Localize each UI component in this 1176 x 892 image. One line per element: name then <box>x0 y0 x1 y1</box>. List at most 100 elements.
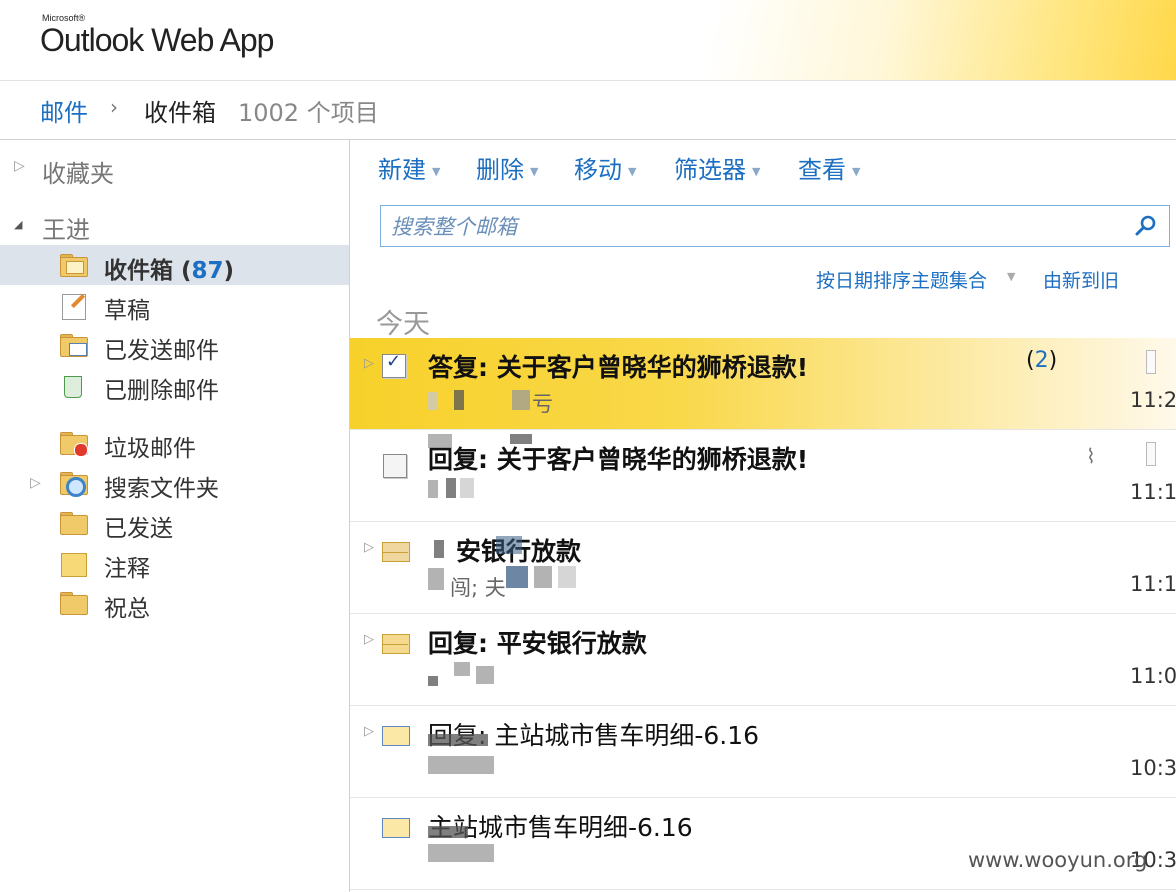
search-box <box>380 205 1170 247</box>
delete-button[interactable]: 删除 ▼ <box>476 150 538 185</box>
search-folder-icon <box>58 471 88 497</box>
sidebar-item-sent[interactable]: 已发送 <box>0 503 349 543</box>
new-label: 新建 <box>378 156 426 184</box>
envelope-stack-icon <box>380 536 414 566</box>
folder-icon <box>58 511 88 535</box>
view-label: 查看 <box>798 156 846 184</box>
move-button[interactable]: 移动 ▼ <box>574 150 636 185</box>
unread-count: 87 <box>191 258 224 284</box>
app-header: Microsoft® Outlook Web App <box>0 0 1176 81</box>
expand-right-icon[interactable]: ▷ <box>364 724 374 739</box>
envelope-stack-icon <box>380 628 414 658</box>
sidebar-item-label: 已发送 <box>104 516 173 542</box>
redacted-pixels <box>428 844 494 862</box>
message-time: 11:2 <box>1130 388 1176 412</box>
redacted-pixels <box>558 566 576 588</box>
message-subject: 回复: 平安银行放款 <box>428 629 647 658</box>
message-row[interactable]: ▷ 安银行放款 闯; 夫 11:1 <box>350 522 1176 614</box>
sidebar-item-search-folders[interactable]: ▷ 搜索文件夹 <box>0 463 349 503</box>
sidebar-item-notes[interactable]: 注释 <box>0 543 349 583</box>
message-sender: 闯; 夫 <box>450 576 506 600</box>
redacted-pixels <box>534 566 552 588</box>
redacted-pixels <box>428 756 494 774</box>
recycle-bin-icon <box>58 373 88 398</box>
search-input[interactable] <box>389 212 1123 242</box>
sidebar-item-label: 注释 <box>104 556 150 582</box>
sidebar-item-label: 已发送邮件 <box>104 338 219 364</box>
dropdown-caret-icon: ▼ <box>852 164 861 178</box>
sidebar-item-drafts[interactable]: 草稿 <box>0 285 349 325</box>
redacted-pixels <box>428 568 444 590</box>
inbox-folder-icon <box>58 253 88 277</box>
account-name: 王进 <box>42 216 90 244</box>
watermark-text: www.wooyun.org <box>968 848 1148 872</box>
dropdown-caret-icon[interactable]: ▼ <box>1007 270 1015 283</box>
move-label: 移动 <box>574 156 622 184</box>
account-header[interactable]: ◢ 王进 <box>0 202 349 244</box>
sidebar-item-label: 祝总 <box>104 596 150 622</box>
folder-pane: ▷ 收藏夹 ◢ 王进 收件箱 (87) 草稿 已发送邮件 已删除邮件 垃圾邮件 … <box>0 140 350 892</box>
sidebar-item-custom[interactable]: 祝总 <box>0 583 349 623</box>
chevron-right-icon: › <box>110 95 118 119</box>
sidebar-item-junk[interactable]: 垃圾邮件 <box>0 423 349 463</box>
redacted-pixels <box>454 390 464 410</box>
junk-folder-icon <box>58 431 88 457</box>
expand-right-icon[interactable]: ▷ <box>364 356 374 371</box>
dropdown-caret-icon: ▼ <box>432 164 441 178</box>
checkbox-icon[interactable] <box>380 444 414 478</box>
sort-by-dropdown[interactable]: 按日期排序主题集合 <box>816 266 987 293</box>
sidebar-item-label: 草稿 <box>104 298 150 324</box>
mail-toolbar: 新建 ▼ 删除 ▼ 移动 ▼ 筛选器 ▼ 查看 ▼ <box>378 150 1158 186</box>
redacted-pixels <box>512 390 530 410</box>
message-row[interactable]: ▷ ✓ 答复: 关于客户曾晓华的狮桥退款! (2) 亏 11:2 <box>350 338 1176 430</box>
redacted-pixels <box>510 434 532 444</box>
favorites-label: 收藏夹 <box>42 160 114 188</box>
expand-right-icon[interactable]: ▷ <box>364 632 374 647</box>
redacted-pixels <box>460 478 474 498</box>
message-subject: 回复: 关于客户曾晓华的狮桥退款! <box>428 445 809 474</box>
redacted-pixels <box>428 826 468 838</box>
delete-label: 删除 <box>476 156 524 184</box>
redacted-pixels <box>446 478 456 498</box>
app-logo: Outlook Web App <box>40 22 274 58</box>
item-count: 1002 个项目 <box>238 99 379 127</box>
folder-icon <box>58 591 88 615</box>
dropdown-caret-icon: ▼ <box>628 164 637 178</box>
message-row[interactable]: 主站城市售车明细-6.16 10:3 <box>350 798 1176 890</box>
sidebar-item-label: 垃圾邮件 <box>104 436 196 462</box>
view-button[interactable]: 查看 ▼ <box>798 150 860 185</box>
collapse-down-icon[interactable]: ◢ <box>14 218 22 231</box>
expand-right-icon[interactable]: ▷ <box>14 158 25 174</box>
new-button[interactable]: 新建 ▼ <box>378 150 440 185</box>
filter-label: 筛选器 <box>674 156 746 184</box>
redacted-pixels <box>428 480 438 498</box>
sort-order-toggle[interactable]: 由新到旧 <box>1043 266 1119 293</box>
favorites-header[interactable]: ▷ 收藏夹 <box>0 146 349 188</box>
message-time: 10:3 <box>1130 756 1176 780</box>
message-row[interactable]: ▷ 回复: 主站城市售车明细-6.16 10:3 <box>350 706 1176 798</box>
message-row[interactable]: 回复: 关于客户曾晓华的狮桥退款! ⌇ 11:1 <box>350 430 1176 522</box>
expand-right-icon[interactable]: ▷ <box>364 540 374 555</box>
sidebar-item-deleted[interactable]: 已删除邮件 <box>0 365 349 405</box>
redacted-pixels <box>428 434 452 448</box>
redacted-pixels <box>434 540 444 558</box>
sidebar-item-inbox[interactable]: 收件箱 (87) <box>0 245 349 285</box>
attachment-icon: ⌇ <box>1086 444 1096 468</box>
search-icon[interactable] <box>1135 214 1157 236</box>
message-row[interactable]: ▷ 回复: 平安银行放款 11:0 <box>350 614 1176 706</box>
count-value: 2 <box>1034 348 1049 373</box>
breadcrumb-mail-link[interactable]: 邮件 <box>40 93 88 128</box>
dropdown-caret-icon: ▼ <box>530 164 539 178</box>
flag-icon[interactable] <box>1146 442 1156 466</box>
expand-right-icon[interactable]: ▷ <box>30 475 41 491</box>
dropdown-caret-icon: ▼ <box>752 164 761 178</box>
filter-button[interactable]: 筛选器 ▼ <box>674 150 760 185</box>
sidebar-item-sent-mail[interactable]: 已发送邮件 <box>0 325 349 365</box>
checkbox-icon[interactable]: ✓ <box>380 351 414 382</box>
sidebar-item-label: 已删除邮件 <box>104 378 219 404</box>
message-subject: 答复: 关于客户曾晓华的狮桥退款! <box>428 353 809 382</box>
flag-icon[interactable] <box>1146 350 1156 374</box>
open-envelope-icon <box>380 720 414 750</box>
drafts-icon <box>58 293 88 320</box>
conversation-count: (2) <box>1026 348 1058 373</box>
